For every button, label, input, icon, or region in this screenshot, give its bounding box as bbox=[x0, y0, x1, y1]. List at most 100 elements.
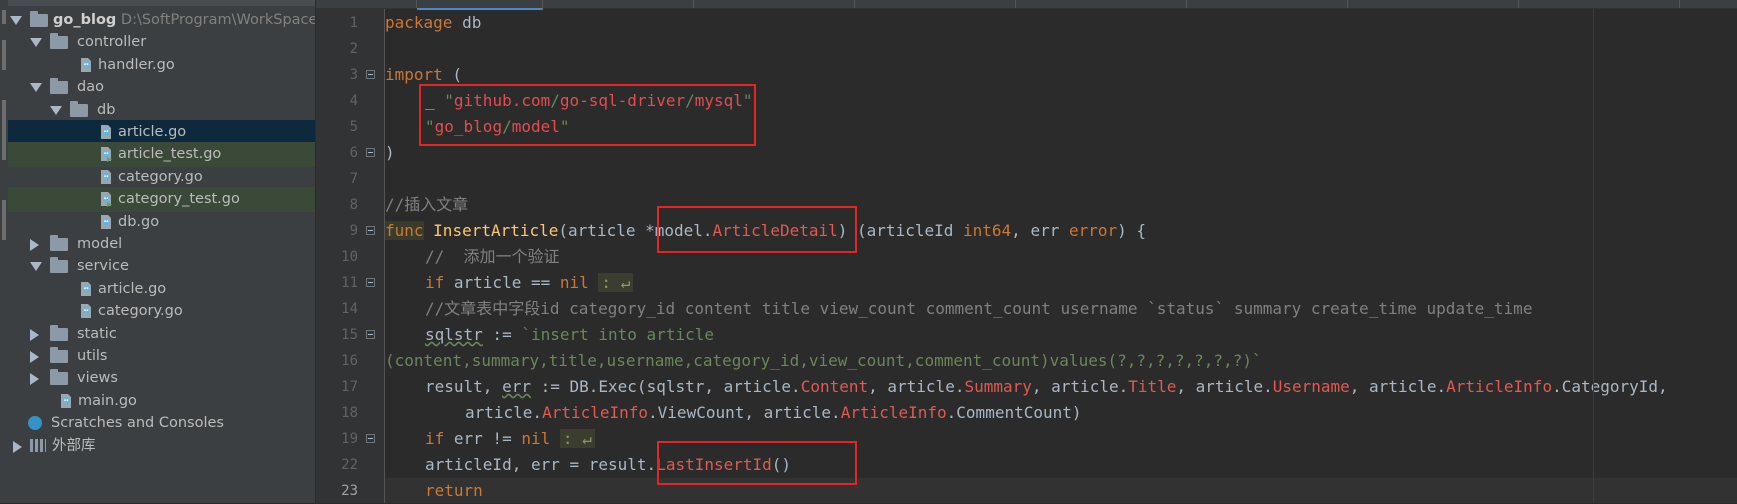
tree-item-file[interactable]: main.go bbox=[8, 389, 315, 414]
tree-item-label: dao bbox=[77, 79, 104, 96]
editor-tab[interactable] bbox=[316, 0, 417, 8]
tree-item-folder[interactable]: utils bbox=[8, 344, 315, 369]
chevron-down-icon[interactable] bbox=[30, 38, 42, 48]
editor-tabs-bar bbox=[316, 0, 1737, 10]
chevron-down-icon[interactable] bbox=[30, 83, 42, 93]
tree-item-scratches[interactable]: Scratches and Consoles bbox=[8, 411, 315, 436]
tree-item-file[interactable]: category.go bbox=[8, 299, 315, 324]
code-line-8: //插入文章 bbox=[385, 195, 469, 214]
chevron-right-icon[interactable] bbox=[13, 440, 22, 453]
tree-item-file[interactable]: article.go bbox=[8, 120, 315, 145]
tree-item-file[interactable]: db.go bbox=[8, 210, 315, 235]
panel-toolbar bbox=[8, 0, 315, 6]
tree-item-label: category.go bbox=[98, 303, 183, 320]
code-line-18: article.ArticleInfo.ViewCount, article.A… bbox=[465, 403, 1082, 422]
tree-item-folder[interactable]: views bbox=[8, 366, 315, 391]
tree-item-label: category.go bbox=[118, 168, 203, 185]
fold-marker-icon[interactable] bbox=[366, 434, 375, 443]
tree-item-label: article.go bbox=[118, 124, 187, 140]
fold-marker-icon[interactable] bbox=[366, 148, 375, 157]
tree-item-folder[interactable]: static bbox=[8, 322, 315, 347]
code-line-15: sqlstr := `insert into article bbox=[425, 325, 714, 344]
editor-tab[interactable] bbox=[855, 0, 1016, 8]
fold-marker-icon[interactable] bbox=[366, 70, 375, 79]
tree-item-label: article.go bbox=[98, 280, 167, 297]
editor-gutter: 1 2 3 4 5 6 7 8 9 10 11 14 15 16 17 18 19 22 23 bbox=[316, 9, 385, 503]
go-file-icon bbox=[100, 124, 112, 140]
tree-item-label: article_test.go bbox=[118, 146, 222, 163]
tree-item-folder[interactable]: db bbox=[8, 98, 315, 123]
strip-tab[interactable] bbox=[2, 200, 6, 240]
go-file-icon bbox=[60, 393, 72, 409]
code-line-5: "go_blog/model" bbox=[425, 117, 570, 136]
line-number: 14 bbox=[341, 301, 358, 317]
tree-item-label: service bbox=[77, 258, 129, 275]
tree-item-label: Scratches and Consoles bbox=[51, 415, 224, 432]
tree-item-folder[interactable]: service bbox=[8, 254, 315, 279]
tree-item-label: controller bbox=[77, 34, 147, 51]
tree-item-file[interactable]: category_test.go bbox=[8, 187, 315, 213]
scratches-icon bbox=[28, 416, 42, 431]
fold-marker-icon[interactable] bbox=[366, 330, 375, 339]
chevron-right-icon[interactable] bbox=[30, 373, 39, 386]
tree-item-file[interactable]: handler.go bbox=[8, 53, 315, 78]
folder-icon bbox=[50, 324, 68, 341]
code-line-6: ) bbox=[385, 143, 395, 162]
tree-item-label: handler.go bbox=[98, 56, 175, 73]
fold-hint[interactable]: : ↵ bbox=[598, 273, 634, 292]
tree-item-root[interactable]: go_blog D:\SoftProgram\WorkSpace\ bbox=[8, 8, 315, 33]
tree-item-file[interactable]: category.go bbox=[8, 165, 315, 190]
chevron-down-icon[interactable] bbox=[50, 105, 62, 115]
folder-icon bbox=[50, 369, 68, 386]
line-number: 19 bbox=[341, 431, 358, 447]
editor-tab[interactable] bbox=[1016, 0, 1187, 8]
strip-tab[interactable] bbox=[2, 40, 6, 70]
line-number: 5 bbox=[349, 119, 358, 135]
folder-icon bbox=[50, 257, 68, 274]
code-line-19: if err != nil : ↵ bbox=[425, 426, 595, 452]
code-line-11: if article == nil : ↵ bbox=[425, 270, 634, 296]
tree-item-file[interactable]: article_test.go bbox=[8, 142, 315, 168]
line-number: 9 bbox=[349, 223, 358, 239]
chevron-down-icon[interactable] bbox=[10, 16, 22, 25]
fold-hint[interactable]: : ↵ bbox=[559, 429, 595, 448]
tree-item-file[interactable]: article.go bbox=[8, 277, 315, 302]
right-margin-guide bbox=[1593, 9, 1594, 503]
code-line-9: func InsertArticle(article *model.Articl… bbox=[385, 221, 1147, 240]
strip-project-tab[interactable] bbox=[2, 10, 6, 24]
code-line-4: _ "github.com/go-sql-driver/mysql" bbox=[425, 91, 753, 110]
editor-tab[interactable] bbox=[1348, 0, 1519, 8]
line-number: 16 bbox=[341, 353, 358, 369]
go-test-file-icon bbox=[100, 146, 112, 163]
folder-icon bbox=[30, 11, 48, 27]
line-number: 7 bbox=[349, 171, 358, 187]
chevron-right-icon[interactable] bbox=[30, 328, 39, 341]
fold-marker-icon[interactable] bbox=[366, 226, 375, 235]
code-line-22: articleId, err = result.LastInsertId() bbox=[425, 455, 792, 474]
editor-tab[interactable] bbox=[1187, 0, 1348, 8]
editor-tab[interactable] bbox=[1519, 0, 1680, 8]
line-number: 18 bbox=[341, 405, 358, 421]
folder-icon bbox=[70, 100, 88, 117]
code-line-3: import ( bbox=[385, 65, 463, 84]
code-editor[interactable]: package db import ( _ "github.com/go-sql… bbox=[385, 9, 1737, 503]
line-number: 10 bbox=[341, 249, 358, 265]
strip-tab[interactable] bbox=[2, 100, 6, 160]
tree-item-folder[interactable]: controller bbox=[8, 30, 315, 55]
line-number: 1 bbox=[349, 15, 358, 31]
tree-item-folder[interactable]: dao bbox=[8, 75, 315, 100]
tree-item-folder[interactable]: model bbox=[8, 232, 315, 257]
fold-marker-icon[interactable] bbox=[366, 278, 375, 287]
tree-item-external-libraries[interactable]: 外部库 bbox=[8, 434, 315, 459]
line-number: 6 bbox=[349, 145, 358, 161]
tree-item-label: main.go bbox=[78, 392, 137, 409]
folder-icon bbox=[50, 78, 68, 95]
editor-tab[interactable] bbox=[543, 0, 694, 8]
chevron-right-icon[interactable] bbox=[30, 351, 39, 363]
chevron-right-icon[interactable] bbox=[30, 239, 39, 251]
go-test-file-icon bbox=[100, 191, 112, 208]
line-number: 15 bbox=[341, 327, 358, 343]
editor-tab[interactable] bbox=[694, 0, 855, 8]
chevron-down-icon[interactable] bbox=[30, 262, 42, 272]
go-file-icon bbox=[80, 281, 92, 297]
